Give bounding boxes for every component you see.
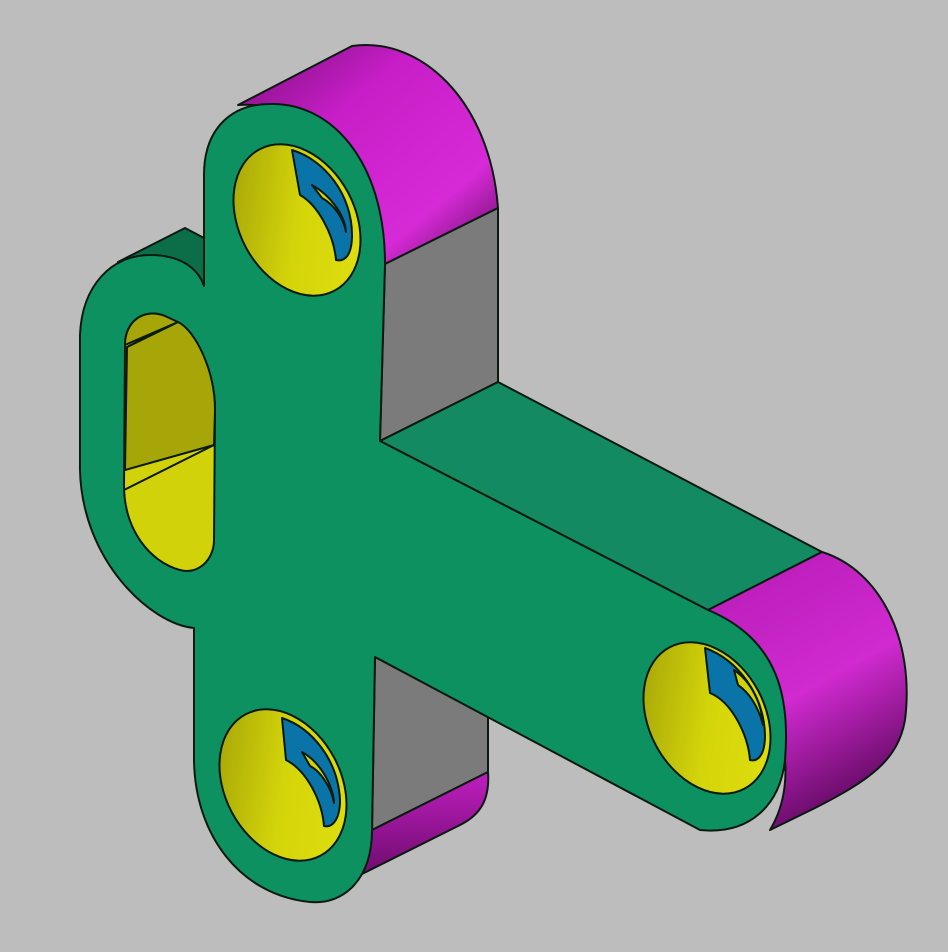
slotted-hole [123, 312, 216, 572]
cad-model-view[interactable] [0, 0, 948, 952]
cad-viewport[interactable] [0, 0, 948, 952]
